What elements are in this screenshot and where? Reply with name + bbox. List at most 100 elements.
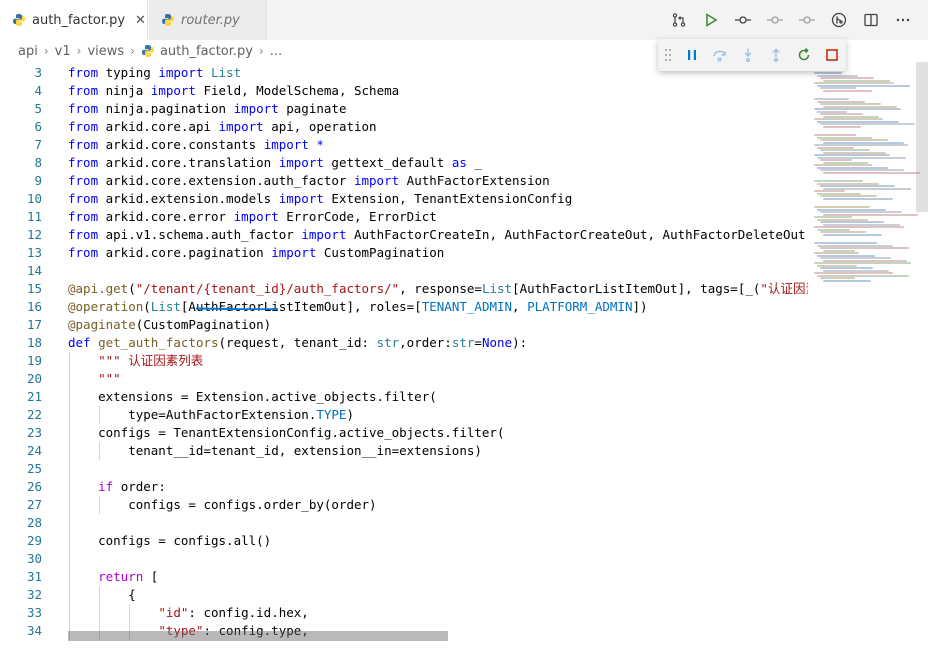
pause-icon[interactable]: [678, 42, 706, 68]
spelling-squiggle: [195, 295, 280, 311]
code-text: """: [98, 371, 121, 386]
code-line[interactable]: 11 from arkid.core.error import ErrorCode…: [0, 208, 808, 226]
code-text: configs = configs.order_by(order): [68, 497, 377, 512]
code-line[interactable]: 10 from arkid.extension.models import Ext…: [0, 190, 808, 208]
restart-icon[interactable]: [790, 42, 818, 68]
git-commit-icon[interactable]: [730, 8, 756, 32]
tab-label: auth_factor.py: [32, 12, 126, 28]
step-into-icon[interactable]: [734, 42, 762, 68]
breadcrumb-item-file[interactable]: auth_factor.py: [160, 44, 253, 59]
code-line[interactable]: 15 @api.get("/tenant/{tenant_id}/auth_fac…: [0, 280, 808, 298]
step-over-icon[interactable]: [706, 42, 734, 68]
minimap-line: [814, 118, 883, 120]
code-line[interactable]: 12 from api.v1.schema.auth_factor import …: [0, 226, 808, 244]
minimap-line: [814, 108, 901, 110]
line-number: 4: [34, 83, 42, 98]
line-number: 29: [26, 533, 42, 548]
code-line[interactable]: 19 """ 认证因素列表: [0, 352, 808, 370]
horizontal-scrollbar[interactable]: [68, 631, 448, 641]
minimap-line: [820, 159, 852, 161]
minimap-line: [814, 82, 894, 84]
code-text: from arkid.extension.models import Exten…: [68, 191, 573, 206]
line-number: 28: [26, 515, 42, 530]
split-editor-icon[interactable]: [858, 8, 884, 32]
minimap-line: [814, 144, 908, 146]
minimap-line: [823, 171, 920, 174]
next-change-icon[interactable]: [794, 8, 820, 32]
code-line[interactable]: 23 configs = TenantExtensionConfig.activ…: [0, 424, 808, 442]
code-line[interactable]: 21 extensions = Extension.active_objects…: [0, 388, 808, 406]
code-editor[interactable]: 3 from typing import List 4 from ninja impo…: [0, 62, 808, 654]
code-line[interactable]: 18 def get_auth_factors(request, tenant_i…: [0, 334, 808, 352]
python-file-icon: [13, 14, 25, 26]
line-number: 10: [26, 191, 42, 206]
line-number: 18: [26, 335, 42, 350]
code-line[interactable]: 29 configs = configs.all(): [0, 532, 808, 550]
minimap-line: [820, 139, 888, 141]
open-changes-icon[interactable]: [666, 8, 692, 32]
code-text: return [: [98, 569, 159, 584]
code-line[interactable]: 14: [0, 262, 808, 280]
line-number: 14: [26, 263, 42, 278]
minimap-line: [814, 72, 842, 74]
close-icon[interactable]: ✕: [135, 13, 146, 28]
line-number: 12: [26, 227, 42, 242]
minimap-line: [814, 154, 890, 156]
code-text: extensions = Extension.active_objects.fi…: [68, 389, 437, 404]
code-line[interactable]: 4 from ninja import Field, ModelSchema, S…: [0, 82, 808, 100]
drag-grip-icon[interactable]: [662, 45, 674, 65]
minimap-line: [814, 252, 859, 254]
code-line[interactable]: 28: [0, 514, 808, 532]
breadcrumb-item-api[interactable]: api: [18, 44, 38, 59]
code-line[interactable]: 20 """: [0, 370, 808, 388]
code-line[interactable]: 13 from arkid.core.pagination import Cust…: [0, 244, 808, 262]
minimap-line: [814, 262, 911, 264]
step-out-icon[interactable]: [762, 42, 790, 68]
indent-guide: [99, 496, 100, 514]
breadcrumb-item-v1[interactable]: v1: [55, 44, 71, 59]
code-line[interactable]: 25: [0, 460, 808, 478]
minimap-line: [814, 216, 852, 218]
indent-guide: [69, 352, 70, 640]
python-file-icon: [162, 14, 174, 26]
line-number: 11: [26, 209, 42, 224]
code-line[interactable]: 26 if order:: [0, 478, 808, 496]
code-line[interactable]: 5 from ninja.pagination import paginate: [0, 100, 808, 118]
minimap-line: [823, 279, 871, 282]
code-text: {: [68, 587, 136, 602]
code-line[interactable]: 7 from arkid.core.constants import *: [0, 136, 808, 154]
breadcrumb-item-symbol[interactable]: ...: [270, 44, 282, 59]
code-line[interactable]: 16 @operation(List[AuthFactorListItemOut]…: [0, 298, 808, 316]
minimap-line: [814, 226, 904, 228]
run-icon[interactable]: [698, 8, 724, 32]
line-number: 5: [34, 101, 42, 116]
code-line[interactable]: 27 configs = configs.order_by(order): [0, 496, 808, 514]
code-line[interactable]: 33 "id": config.id.hex,: [0, 604, 808, 622]
code-line[interactable]: 22 type=AuthFactorExtension.TYPE): [0, 406, 808, 424]
more-actions-icon[interactable]: [890, 8, 916, 32]
minimap-line: [823, 125, 861, 128]
code-line[interactable]: 9 from arkid.core.extension.auth_factor i…: [0, 172, 808, 190]
line-number: 33: [26, 605, 42, 620]
code-line[interactable]: 30: [0, 550, 808, 568]
minimap[interactable]: [810, 62, 928, 654]
minimap-line: [814, 206, 870, 208]
code-line[interactable]: 32 {: [0, 586, 808, 604]
code-line[interactable]: 8 from arkid.core.translation import gett…: [0, 154, 808, 172]
vertical-scrollbar[interactable]: [916, 62, 928, 212]
tab-router[interactable]: router.py: [149, 0, 267, 40]
line-number: 34: [26, 623, 42, 638]
code-line[interactable]: 31 return [: [0, 568, 808, 586]
gitlens-icon[interactable]: [826, 8, 852, 32]
breadcrumb-item-views[interactable]: views: [87, 44, 124, 59]
code-line[interactable]: 24 tenant__id=tenant_id, extension__in=e…: [0, 442, 808, 460]
editor-tab-bar: auth_factor.py ✕ router.py: [0, 0, 928, 41]
chevron-right-icon: ›: [76, 44, 82, 58]
line-number: 19: [26, 353, 42, 368]
stop-icon[interactable]: [818, 42, 846, 68]
code-line[interactable]: 6 from arkid.core.api import api, operati…: [0, 118, 808, 136]
code-line[interactable]: 17 @paginate(CustomPagination): [0, 316, 808, 334]
tab-auth-factor[interactable]: auth_factor.py ✕: [0, 0, 148, 40]
code-text: type=AuthFactorExtension.TYPE): [68, 407, 354, 422]
previous-change-icon[interactable]: [762, 8, 788, 32]
